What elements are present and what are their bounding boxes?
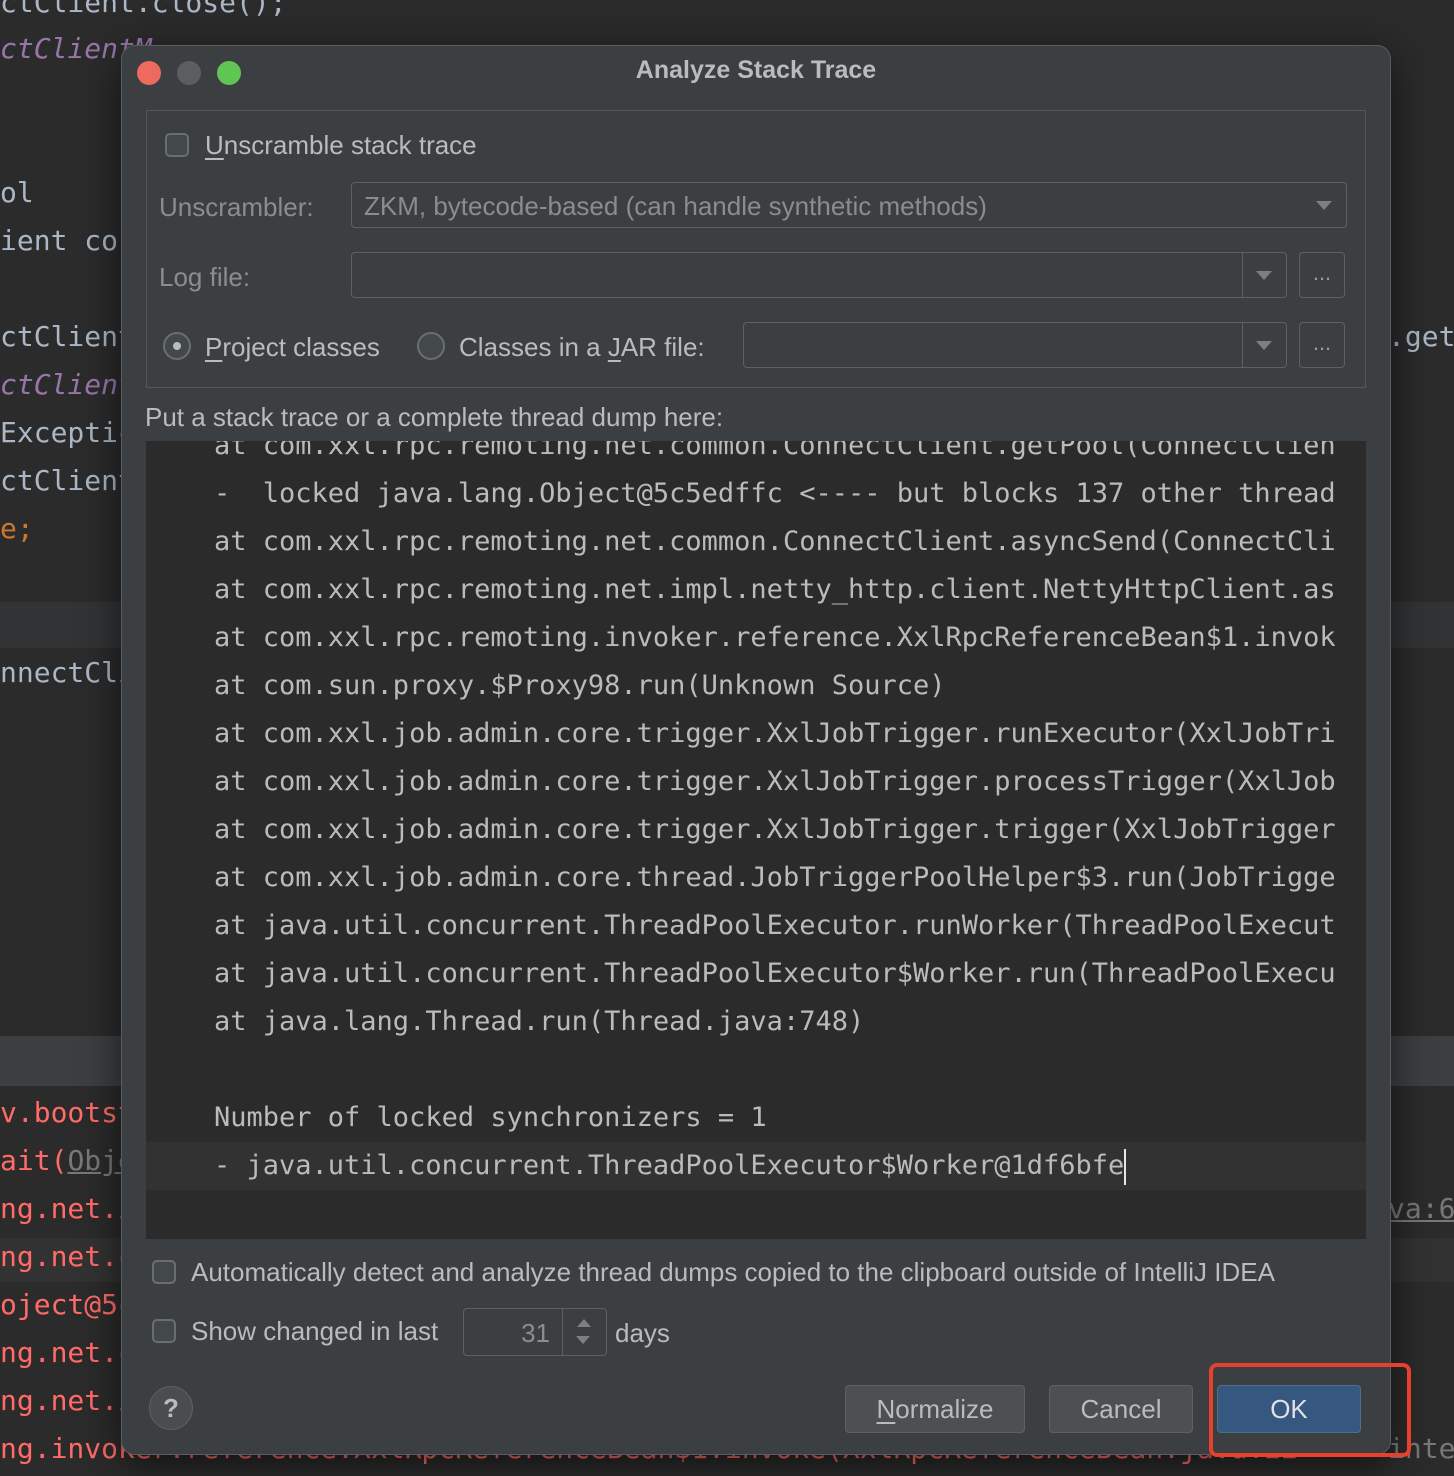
console-line: ng.net.c: [0, 1240, 135, 1273]
text-caret: [1124, 1148, 1127, 1185]
code-line: ient cor: [0, 224, 135, 257]
trace-line: at com.xxl.job.admin.core.trigger.XxlJob…: [214, 814, 1336, 845]
cancel-button[interactable]: Cancel: [1049, 1385, 1193, 1433]
trace-line: at com.sun.proxy.$Proxy98.run(Unknown So…: [214, 670, 946, 701]
log-file-label: Log file:: [159, 262, 251, 292]
unscramble-panel: Unscramble stack trace Unscrambler: ZKM,…: [146, 110, 1366, 388]
console-line: v.bootst: [0, 1096, 135, 1129]
help-icon[interactable]: ?: [149, 1386, 193, 1430]
unscramble-checkbox[interactable]: [165, 133, 189, 157]
analyze-stack-trace-dialog: Analyze Stack Trace Unscramble stack tra…: [121, 45, 1391, 1455]
log-file-browse-button[interactable]: ...: [1299, 252, 1345, 298]
trace-line: at java.lang.Thread.run(Thread.java:748): [214, 1006, 865, 1037]
console-line: oject@5c: [0, 1288, 135, 1321]
code-line: .get: [1388, 320, 1454, 353]
console-line: ait(Obje: [0, 1144, 135, 1177]
days-spinner[interactable]: 31: [463, 1308, 607, 1356]
console-line: ng.net.c: [0, 1336, 135, 1369]
code-line: Exceptic: [0, 416, 135, 449]
stack-trace-textarea[interactable]: at com.xxl.rpc.remoting.net.common.Conne…: [146, 441, 1366, 1239]
trace-line: at java.util.concurrent.ThreadPoolExecut…: [214, 910, 1336, 941]
show-changed-label[interactable]: Show changed in last: [191, 1316, 438, 1347]
code-line: ctClient: [0, 368, 135, 401]
unscrambler-label: Unscrambler:: [159, 192, 314, 222]
ok-button[interactable]: OK: [1217, 1385, 1361, 1433]
trace-line: Number of locked synchronizers = 1: [214, 1102, 767, 1133]
auto-detect-checkbox[interactable]: [152, 1260, 176, 1284]
increment-icon[interactable]: [577, 1319, 591, 1327]
dialog-title: Analyze Stack Trace: [635, 56, 877, 84]
trace-line: at com.xxl.job.admin.core.thread.JobTrig…: [214, 862, 1336, 893]
trace-line: at com.xxl.job.admin.core.trigger.XxlJob…: [214, 718, 1336, 749]
project-classes-radio[interactable]: [163, 332, 191, 360]
jar-file-combo[interactable]: [743, 322, 1287, 368]
trace-line: at com.xxl.rpc.remoting.net.impl.netty_h…: [214, 574, 1336, 605]
console-line: inte: [1388, 1432, 1454, 1465]
trace-line-current: - java.util.concurrent.ThreadPoolExecuto…: [214, 1142, 1127, 1190]
console-line: va:6: [1388, 1192, 1454, 1225]
jar-file-radio[interactable]: [417, 332, 445, 360]
code-line: ctClient: [0, 464, 135, 497]
jar-file-label[interactable]: Classes in a JAR file:: [459, 332, 705, 363]
chevron-down-icon: [1316, 201, 1332, 210]
jar-file-browse-button[interactable]: ...: [1299, 322, 1345, 368]
code-line: e;: [0, 512, 34, 545]
trace-line: at com.xxl.job.admin.core.trigger.XxlJob…: [214, 766, 1336, 797]
unscrambler-select[interactable]: ZKM, bytecode-based (can handle syntheti…: [351, 182, 1347, 228]
normalize-button[interactable]: Normalize: [845, 1385, 1025, 1433]
code-line: nnectCli: [0, 656, 135, 689]
show-changed-checkbox[interactable]: [152, 1319, 176, 1343]
code-line: ctClient.close();: [0, 0, 287, 19]
dialog-titlebar: Analyze Stack Trace: [122, 46, 1390, 100]
code-line: ctClient: [0, 320, 135, 353]
auto-detect-label[interactable]: Automatically detect and analyze thread …: [191, 1257, 1275, 1288]
days-label: days: [615, 1318, 670, 1348]
trace-line: at com.xxl.rpc.remoting.net.common.Conne…: [214, 441, 1336, 461]
days-value[interactable]: 31: [521, 1318, 550, 1349]
trace-prompt-label: Put a stack trace or a complete thread d…: [145, 402, 724, 432]
chevron-down-icon: [1256, 271, 1272, 280]
trace-line: - locked java.lang.Object@5c5edffc <----…: [214, 478, 1336, 509]
trace-line: at com.xxl.rpc.remoting.invoker.referenc…: [214, 622, 1336, 653]
decrement-icon[interactable]: [576, 1336, 590, 1344]
trace-line: at com.xxl.rpc.remoting.net.common.Conne…: [214, 526, 1336, 557]
console-line: ng.net.i: [0, 1384, 135, 1417]
code-line: ol: [0, 176, 34, 209]
trace-line: at java.util.concurrent.ThreadPoolExecut…: [214, 958, 1336, 989]
chevron-down-icon: [1256, 341, 1272, 350]
log-file-combo[interactable]: [351, 252, 1287, 298]
unscramble-label[interactable]: Unscramble stack trace: [205, 130, 477, 161]
console-line: ng.net.i: [0, 1192, 135, 1225]
project-classes-label[interactable]: Project classes: [205, 332, 380, 363]
